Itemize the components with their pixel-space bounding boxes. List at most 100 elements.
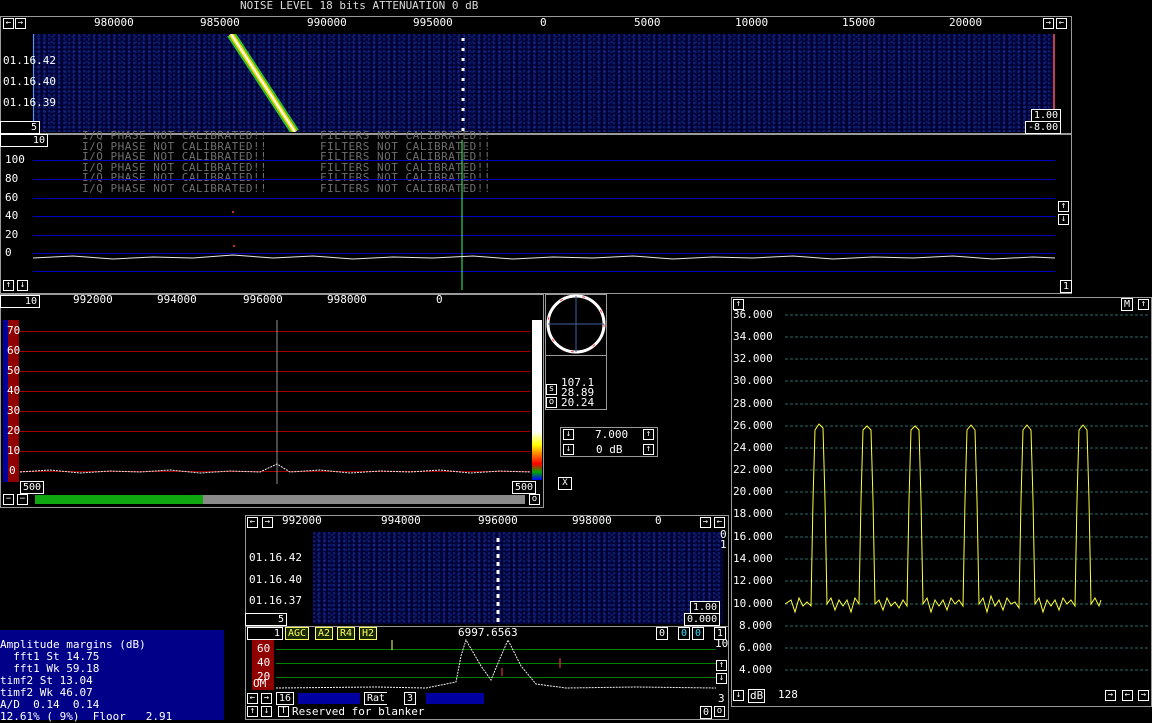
agc-up1-icon[interactable]: ↑ [643, 429, 654, 440]
polar-circle [546, 294, 606, 354]
bb-side-down-icon[interactable]: ↓ [716, 673, 727, 684]
spec-y-tick: 60 [5, 191, 19, 204]
wf-time: 01.16.39 [3, 96, 56, 109]
hires-minus-icon[interactable]: − [3, 494, 14, 505]
meter-left-icon[interactable]: ← [1122, 690, 1133, 701]
meter-right2-icon[interactable]: → [1138, 690, 1149, 701]
bb-spectrum-trace [276, 638, 716, 689]
wf-right-arrow-icon[interactable]: → [15, 18, 26, 29]
rat-value[interactable]: 3 [404, 692, 417, 705]
meter-right-icon[interactable]: → [1105, 690, 1116, 701]
close-x-button[interactable]: X [558, 477, 572, 490]
hires-left-value[interactable]: 500 [20, 481, 45, 494]
meter-y-tick: 32.000 [733, 352, 773, 365]
bb-right-icon[interactable]: → [262, 517, 273, 528]
wf-avg-box[interactable]: 5 [0, 121, 40, 134]
spec-y-tick: 40 [5, 209, 19, 222]
rat-label: Rat [364, 692, 388, 705]
agc-down1-icon[interactable]: ↓ [563, 429, 574, 440]
freq-tick: 0 [540, 16, 547, 29]
freq-tick: 0 [655, 514, 662, 527]
bb-y-tick: 60 [257, 642, 271, 655]
meter-y-tick: 20.000 [733, 485, 773, 498]
meter-y-tick: 4.000 [739, 663, 773, 676]
bb-far-right-icon[interactable]: → [700, 517, 711, 528]
wf-gain-bottom[interactable]: -8.00 [1025, 121, 1062, 134]
freq-tick: 996000 [478, 514, 518, 527]
freq-tick: 992000 [282, 514, 322, 527]
bb-bottom-down-icon[interactable]: ↓ [261, 706, 272, 717]
spec-up-icon[interactable]: ↑ [1058, 201, 1069, 212]
hires-right-value[interactable]: 500 [512, 481, 537, 494]
hires-o-icon[interactable]: o [529, 494, 540, 505]
meter-y-tick: 36.000 [733, 308, 773, 321]
wf-far-left-arrow-icon[interactable]: ← [1056, 18, 1067, 29]
meter-y-tick: 6.000 [739, 641, 773, 654]
bb-bottom-right-box[interactable]: 0 [700, 706, 713, 719]
agc-value2: 0 dB [596, 443, 623, 456]
spec-down-icon[interactable]: ↓ [1058, 214, 1069, 225]
hires-y-tick: 40 [7, 384, 21, 397]
meter-y-tick: 28.000 [733, 397, 773, 410]
hires-y-tick: 70 [7, 324, 21, 337]
bb-right-num: 1 [720, 538, 727, 551]
wf-time: 01.16.40 [3, 75, 56, 88]
amplitude-margins-panel: Amplitude margins (dB) fft1 St 14.75 fft… [0, 630, 224, 723]
agc-down2-icon[interactable]: ↓ [563, 444, 574, 455]
bb-freq-scale: 992000 994000 996000 998000 0 [280, 515, 700, 529]
freq-tick: 20000 [949, 16, 983, 29]
bb-bottom-up-icon[interactable]: ↑ [247, 706, 258, 717]
bb-bottom-left-box[interactable]: 16 [276, 692, 295, 705]
bb-avg-box[interactable]: 5 [245, 613, 287, 626]
meter-db-label: dB [748, 689, 766, 703]
bb-o-icon[interactable]: o [714, 706, 725, 717]
freq-tick: 992000 [73, 293, 113, 306]
meter-y-tick: 22.000 [733, 463, 773, 476]
hires-y-tick: 60 [7, 344, 21, 357]
hires-level-bar[interactable] [35, 495, 525, 504]
polar-value: 20.24 [561, 396, 595, 409]
bb-time: 01.16.40 [249, 573, 302, 586]
hires-avg-box[interactable]: 10 [0, 295, 40, 308]
bb-blue-bar [298, 693, 360, 704]
wf-far-right-arrow-icon[interactable]: → [1043, 18, 1054, 29]
polar-o-button[interactable]: o [546, 397, 557, 408]
hires-freq-scale: 992000 994000 996000 998000 0 [40, 294, 540, 308]
spec-y-tick: 20 [5, 228, 19, 241]
meter-y-tick: 34.000 [733, 330, 773, 343]
spec-corner-value[interactable]: 1 [1060, 280, 1073, 293]
bb-side-up-icon[interactable]: ↑ [716, 660, 727, 671]
meter-grid-trace [785, 314, 1149, 671]
bb-far-left-icon[interactable]: ← [714, 517, 725, 528]
bb-gain-bottom[interactable]: 0.000 [684, 613, 721, 626]
meter-y-tick: 12.000 [733, 574, 773, 587]
agc-value1: 7.000 [595, 428, 629, 441]
blanker-text: Reserved for blanker [292, 705, 425, 718]
freq-tick: 5000 [634, 16, 661, 29]
wf-left-arrow-icon[interactable]: ← [3, 18, 14, 29]
bb-left-icon[interactable]: ← [247, 517, 258, 528]
meter-y-tick: 8.000 [739, 619, 773, 632]
spec-bottom-down-icon[interactable]: ↓ [17, 280, 28, 291]
hires-minus2-icon[interactable]: − [17, 494, 28, 505]
hires-color-scale [532, 320, 542, 480]
meter-value: 128 [778, 688, 798, 701]
meter-down-icon[interactable]: ↓ [733, 690, 744, 701]
polar-s-button[interactable]: s [546, 384, 557, 395]
spec-bottom-up-icon[interactable]: ↑ [3, 280, 14, 291]
bb-right-small-icon[interactable]: → [261, 693, 272, 704]
bb-t-button[interactable]: T [278, 706, 289, 717]
freq-tick: 15000 [842, 16, 876, 29]
agc-up2-icon[interactable]: ↑ [643, 444, 654, 455]
meter-y-tick: 10.000 [733, 597, 773, 610]
bb-left-small-icon[interactable]: ← [247, 693, 258, 704]
meter-y-tick: 18.000 [733, 507, 773, 520]
meter-y-tick: 26.000 [733, 419, 773, 432]
hires-trace [20, 320, 531, 484]
polar-divider [546, 355, 606, 356]
hires-y-tick: 30 [7, 404, 21, 417]
freq-tick: 994000 [157, 293, 197, 306]
bb-blue-bar2 [426, 693, 484, 704]
hires-y-tick: 20 [7, 424, 21, 437]
meter-y-tick: 24.000 [733, 441, 773, 454]
